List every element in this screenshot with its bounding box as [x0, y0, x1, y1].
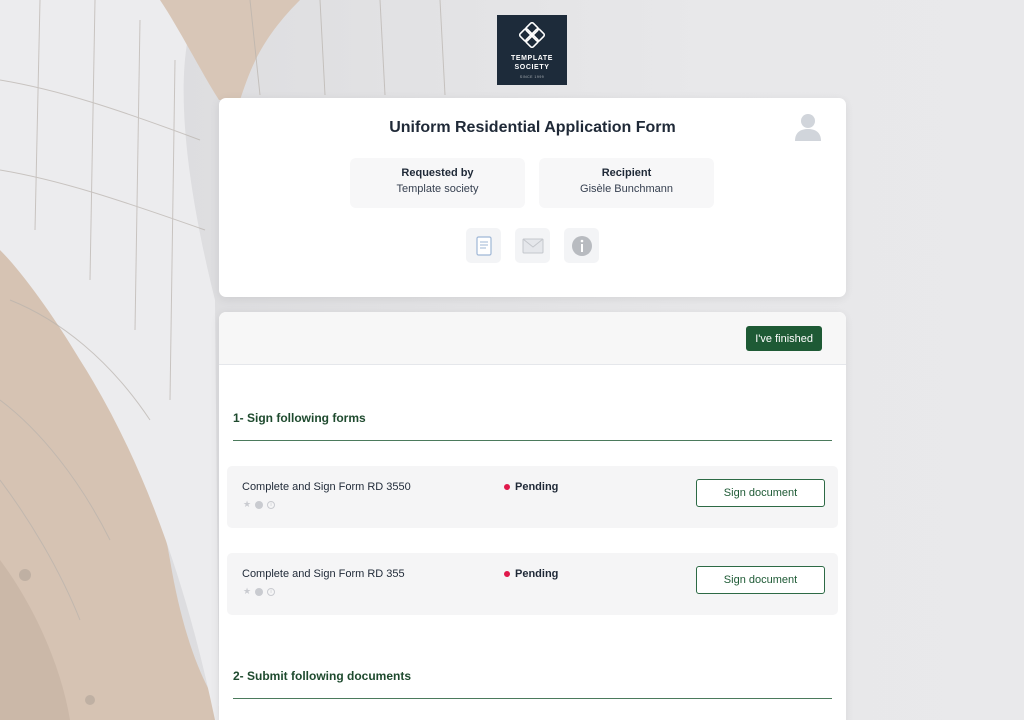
mail-icon: [522, 238, 543, 253]
info-icon: [571, 235, 592, 256]
logo-name-line2: SOCIETY: [514, 63, 550, 71]
tasks-card: I've finished 1- Sign following forms Co…: [219, 312, 846, 720]
info-small-icon[interactable]: i: [267, 500, 276, 509]
status-badge: Pending: [504, 568, 558, 580]
avatar-icon[interactable]: [794, 112, 822, 142]
document-icon: [475, 235, 492, 256]
section-divider: [233, 440, 832, 441]
task-meta: ★ i: [243, 587, 276, 596]
info-small-icon[interactable]: i: [267, 587, 276, 596]
mail-button[interactable]: [515, 228, 550, 263]
finished-button[interactable]: I've finished: [746, 326, 822, 351]
brand-logo: TEMPLATE SOCIETY SINCE 1999: [497, 15, 567, 85]
status-dot-icon: [255, 587, 264, 596]
logo-name-line1: TEMPLATE: [510, 54, 553, 62]
recipient-box: Recipient Gisèle Bunchmann: [539, 158, 714, 208]
task-meta: ★ i: [243, 500, 276, 509]
sign-document-button[interactable]: Sign document: [696, 479, 825, 507]
pending-dot-icon: [504, 484, 510, 490]
task-row: Complete and Sign Form RD 3550 ★ i Pendi…: [227, 466, 838, 528]
requested-by-label: Requested by: [401, 167, 474, 179]
recipient-value: Gisèle Bunchmann: [580, 183, 673, 195]
tasks-toolbar: I've finished: [219, 312, 846, 365]
pending-dot-icon: [504, 571, 510, 577]
section-title-submit-documents: 2- Submit following documents: [233, 669, 411, 683]
task-row: Complete and Sign Form RD 355 ★ i Pendin…: [227, 553, 838, 615]
recipient-label: Recipient: [601, 167, 652, 179]
star-icon[interactable]: ★: [243, 500, 251, 509]
logo-since: SINCE 1999: [519, 74, 545, 79]
section-divider: [233, 698, 832, 699]
status-text: Pending: [515, 568, 559, 580]
status-text: Pending: [515, 481, 559, 493]
section-title-sign-forms: 1- Sign following forms: [233, 411, 366, 425]
requested-by-box: Requested by Template society: [350, 158, 525, 208]
logo-mark-icon: [519, 21, 545, 48]
sign-document-button[interactable]: Sign document: [696, 566, 825, 594]
status-badge: Pending: [504, 481, 558, 493]
status-dot-icon: [255, 500, 264, 509]
page-title: Uniform Residential Application Form: [389, 119, 676, 136]
star-icon[interactable]: ★: [243, 587, 251, 596]
request-header-card: Uniform Residential Application Form Req…: [219, 98, 846, 297]
task-name: Complete and Sign Form RD 3550: [242, 481, 411, 493]
info-button[interactable]: [564, 228, 599, 263]
task-name: Complete and Sign Form RD 355: [242, 568, 405, 580]
document-button[interactable]: [466, 228, 501, 263]
requested-by-value: Template society: [396, 183, 479, 195]
